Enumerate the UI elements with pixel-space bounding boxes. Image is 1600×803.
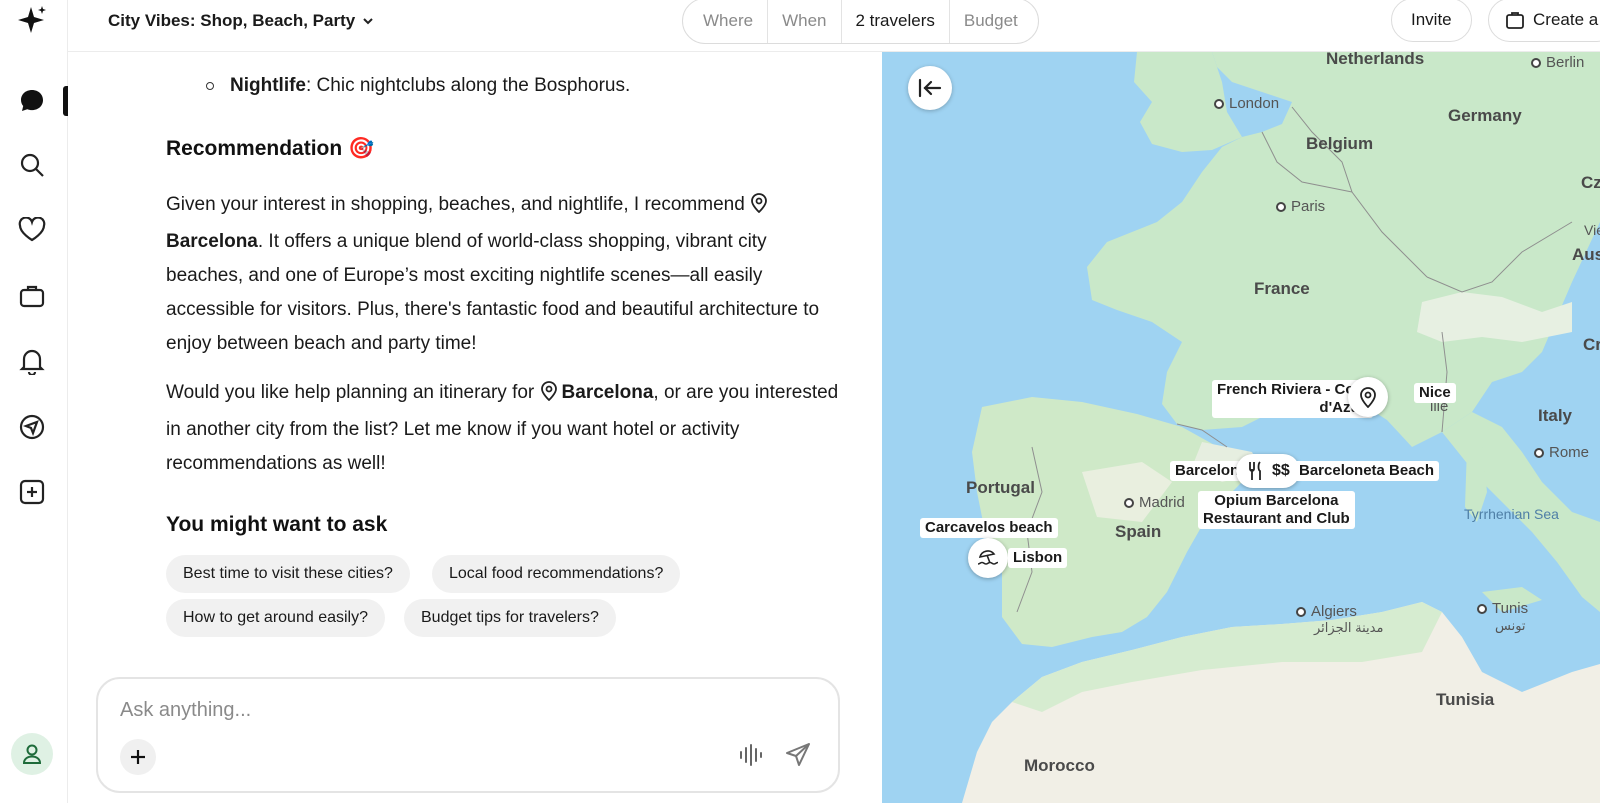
map-label-city: Rome	[1534, 444, 1589, 461]
suitcase-icon[interactable]	[18, 282, 46, 310]
voice-waveform-icon[interactable]	[738, 743, 764, 767]
map-label-country: Cz	[1581, 173, 1600, 192]
bullet-marker	[206, 82, 214, 90]
para2-before: Would you like help planning an itinerar…	[166, 382, 540, 403]
composer-placeholder[interactable]: Ask anything...	[120, 699, 251, 722]
map-label-country: France	[1254, 279, 1310, 298]
poi-label-carcavelos-beach[interactable]: Carcavelos beach	[920, 518, 1058, 538]
trip-filters: Where When 2 travelers Budget	[682, 0, 1039, 44]
filter-where[interactable]: Where	[689, 0, 769, 43]
suggestions-heading: You might want to ask	[166, 513, 388, 536]
map-label-sea: Tyrrhenian Sea	[1464, 506, 1559, 522]
para1-before: Given your interest in shopping, beaches…	[166, 194, 751, 215]
place-link-barcelona[interactable]: Barcelona	[166, 231, 258, 252]
navigation-icon[interactable]	[18, 413, 46, 441]
filter-budget[interactable]: Budget	[950, 0, 1032, 43]
bullet-term: Nightlife	[230, 75, 306, 96]
target-emoji: 🎯	[348, 137, 375, 160]
map-label-city: Berlin	[1531, 54, 1584, 71]
map-pin-marker[interactable]	[1348, 377, 1388, 417]
poi-line: d'Azur	[1319, 399, 1366, 416]
plus-icon	[131, 750, 145, 764]
trip-title-dropdown[interactable]: City Vibes: Shop, Beach, Party	[108, 11, 375, 31]
collapse-map-button[interactable]	[908, 66, 952, 110]
create-label: Create a	[1533, 10, 1599, 29]
chat-panel: Nightlife: Chic nightclubs along the Bos…	[68, 52, 882, 803]
map-label-country: Portugal	[966, 478, 1035, 497]
beach-marker[interactable]	[968, 538, 1008, 578]
map-label-country: Netherlands	[1326, 52, 1425, 68]
map-label-country: Belgium	[1306, 134, 1374, 153]
sparkle-logo-icon[interactable]	[16, 4, 50, 38]
poi-line: French Riviera - Cote	[1217, 381, 1368, 398]
filter-when[interactable]: When	[768, 0, 842, 43]
poi-label-nice[interactable]: Nice	[1414, 383, 1456, 403]
recommendation-heading-text: Recommendation	[166, 137, 343, 160]
collapse-left-icon	[918, 78, 942, 98]
map-label-country: Croa	[1583, 335, 1600, 354]
suggestion-chip[interactable]: Budget tips for travelers?	[404, 599, 616, 637]
map-label-partial: Vie	[1584, 222, 1600, 238]
create-button[interactable]: Create a	[1488, 0, 1600, 42]
poi-label-barceloneta-beach[interactable]: Barceloneta Beach	[1294, 461, 1440, 481]
map-label-city: London	[1214, 95, 1279, 112]
bullet-text: : Chic nightclubs along the Bosphorus.	[306, 75, 631, 96]
map-label-country: Morocco	[1024, 756, 1095, 775]
place-link-barcelona[interactable]: Barcelona	[562, 382, 654, 403]
send-icon[interactable]	[784, 741, 812, 769]
para1-after: . It offers a unique blend of world-clas…	[166, 231, 820, 354]
map-panel[interactable]: Netherlands Germany Belgium France Portu…	[882, 52, 1600, 803]
recommendation-paragraph: Given your interest in shopping, beaches…	[166, 188, 846, 361]
attach-button[interactable]	[120, 739, 156, 775]
user-icon	[22, 744, 42, 764]
filter-travelers[interactable]: 2 travelers	[842, 0, 950, 43]
poi-line: Opium Barcelona	[1214, 492, 1339, 509]
poi-line: Restaurant and Club	[1203, 510, 1350, 527]
chat-icon[interactable]	[18, 87, 46, 115]
map-pin-icon	[540, 379, 558, 413]
top-bar: City Vibes: Shop, Beach, Party Where Whe…	[68, 0, 1600, 52]
bell-icon[interactable]	[18, 347, 46, 375]
map-label-country: Tunisia	[1436, 690, 1495, 709]
heart-icon[interactable]	[18, 216, 46, 244]
left-rail	[0, 0, 68, 803]
map-label-country: Spain	[1115, 522, 1162, 541]
poi-label-opium-barcelona[interactable]: Opium Barcelona Restaurant and Club	[1198, 491, 1355, 529]
beach-icon	[977, 550, 999, 565]
map-label-city: Tunis	[1477, 600, 1528, 617]
map-pin-icon	[750, 191, 768, 225]
new-trip-icon[interactable]	[18, 478, 46, 506]
followup-paragraph: Would you like help planning an itinerar…	[166, 376, 846, 481]
price-level: $$	[1272, 462, 1290, 479]
map-label-city-native: مدينة الجزائر	[1314, 620, 1384, 635]
trip-title: City Vibes: Shop, Beach, Party	[108, 11, 356, 30]
suggestion-chip[interactable]: Local food recommendations?	[432, 555, 681, 593]
message-composer[interactable]: Ask anything...	[96, 677, 840, 793]
map-label-country: Austri	[1572, 245, 1600, 264]
map-label-country: Germany	[1448, 106, 1522, 125]
search-icon[interactable]	[18, 151, 46, 179]
poi-label-lisbon[interactable]: Lisbon	[1008, 548, 1068, 568]
restaurant-price-marker[interactable]: $$	[1236, 454, 1300, 488]
user-avatar[interactable]	[11, 733, 53, 775]
map-label-city: Madrid	[1124, 494, 1185, 511]
map-label-country: Italy	[1538, 406, 1573, 425]
invite-button[interactable]: Invite	[1391, 0, 1472, 42]
map-label-city: Paris	[1276, 198, 1325, 215]
restaurant-icon	[1249, 461, 1261, 480]
map-pin-icon	[1360, 387, 1376, 408]
chevron-down-icon	[363, 18, 373, 25]
recommendation-heading: Recommendation 🎯	[166, 137, 374, 161]
suitcase-icon	[1506, 12, 1524, 29]
map-label-city-native: تونس	[1495, 618, 1526, 633]
map-label-city: Algiers	[1296, 603, 1357, 620]
suggestion-chip[interactable]: How to get around easily?	[166, 599, 385, 637]
list-item: Nightlife: Chic nightclubs along the Bos…	[206, 75, 630, 97]
suggestion-chip[interactable]: Best time to visit these cities?	[166, 555, 410, 593]
